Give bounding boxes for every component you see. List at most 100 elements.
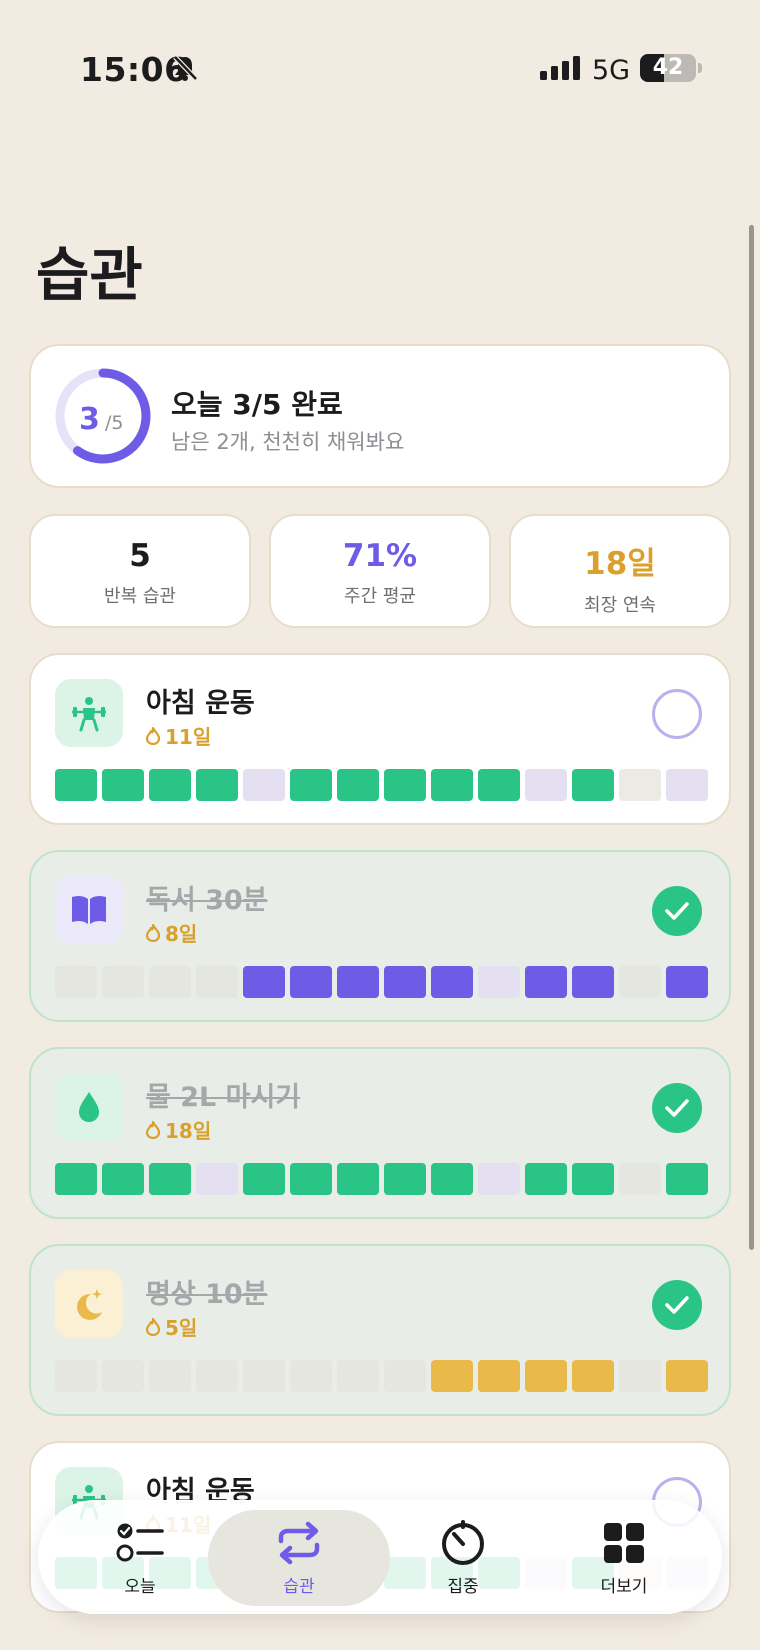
history-day (384, 966, 426, 998)
habit-history (55, 1163, 708, 1195)
habit-history (55, 769, 708, 801)
tab-label: 더보기 (600, 1577, 648, 1597)
history-day (290, 769, 332, 801)
flame-icon (146, 923, 160, 942)
history-day (478, 1360, 520, 1392)
tab-today[interactable]: 오늘 (80, 1520, 200, 1597)
progress-done: 3 (79, 402, 100, 437)
history-day (525, 1360, 567, 1392)
history-day (525, 769, 567, 801)
history-day (384, 1360, 426, 1392)
habit-check-button[interactable] (652, 689, 702, 739)
history-day (478, 1163, 520, 1195)
network-type: 5G (592, 55, 631, 86)
stat-label: 주간 평균 (344, 586, 416, 607)
history-day (55, 966, 97, 998)
history-day (102, 966, 144, 998)
habit-checked-button[interactable] (652, 1280, 702, 1330)
grid-icon (604, 1523, 644, 1563)
flame-icon (146, 726, 160, 745)
history-day (290, 1163, 332, 1195)
history-day (149, 1360, 191, 1392)
history-day (619, 1163, 661, 1195)
history-day (337, 1163, 379, 1195)
checklist-icon (116, 1523, 164, 1562)
history-day (243, 966, 285, 998)
habit-streak-value: 11일 (165, 725, 212, 749)
habit-checked-button[interactable] (652, 886, 702, 936)
history-day (243, 1360, 285, 1392)
tab-focus[interactable]: 집중 (403, 1520, 523, 1597)
history-day (478, 769, 520, 801)
progress-ring (55, 368, 151, 464)
summary-title: 오늘 3/5 완료 (171, 388, 343, 421)
history-day (196, 1163, 238, 1195)
habit-card[interactable]: 아침 운동 11일 (29, 653, 731, 825)
book-icon (55, 876, 123, 944)
history-day (55, 769, 97, 801)
history-day (572, 1360, 614, 1392)
tab-habits[interactable]: 습관 (239, 1520, 359, 1597)
history-day (666, 1163, 708, 1195)
stat-value: 5 (129, 538, 151, 574)
habit-history (55, 966, 708, 998)
history-day (431, 769, 473, 801)
habit-checked-button[interactable] (652, 1083, 702, 1133)
history-day (431, 966, 473, 998)
history-day (102, 769, 144, 801)
flame-icon (146, 1120, 160, 1139)
history-day (431, 1360, 473, 1392)
habit-name: 아침 운동 (146, 688, 255, 719)
history-day (149, 966, 191, 998)
habit-streak: 8일 (146, 918, 197, 947)
habit-streak-value: 18일 (165, 1119, 212, 1143)
status-bar: 15:06 5G 42 (0, 0, 760, 140)
habit-streak: 11일 (146, 721, 211, 750)
checkmark-icon (665, 902, 689, 920)
history-day (431, 1163, 473, 1195)
history-day (619, 769, 661, 801)
history-day (572, 1163, 614, 1195)
history-day (619, 966, 661, 998)
stat-label: 최장 연속 (584, 595, 656, 616)
history-day (337, 769, 379, 801)
moon-icon (55, 1270, 123, 1338)
progress-total: /5 (105, 412, 124, 434)
history-day (337, 1360, 379, 1392)
history-day (243, 769, 285, 801)
history-day (384, 769, 426, 801)
history-day (102, 1360, 144, 1392)
habit-card[interactable]: 물 2L 마시기 18일 (29, 1047, 731, 1219)
stat-value: 18일 (584, 546, 656, 582)
history-day (149, 1163, 191, 1195)
history-day (666, 966, 708, 998)
flame-icon (146, 1317, 160, 1336)
history-day (149, 769, 191, 801)
weightlifting-icon (55, 679, 123, 747)
history-day (55, 1163, 97, 1195)
history-day (525, 966, 567, 998)
history-day (572, 966, 614, 998)
history-day (666, 1360, 708, 1392)
scrollbar[interactable] (749, 225, 754, 1250)
history-day (384, 1163, 426, 1195)
checkmark-icon (665, 1296, 689, 1314)
habit-streak: 18일 (146, 1115, 211, 1144)
signal-icon (540, 56, 580, 80)
habit-name: 독서 30분 (146, 885, 268, 916)
tab-label: 집중 (447, 1577, 479, 1597)
history-day (619, 1360, 661, 1392)
tab-more[interactable]: 더보기 (564, 1520, 684, 1597)
tab-bar: 오늘 습관 집중 더보기 (38, 1500, 722, 1614)
habit-card[interactable]: 독서 30분 8일 (29, 850, 731, 1022)
habit-card[interactable]: 명상 10분 5일 (29, 1244, 731, 1416)
history-day (290, 966, 332, 998)
stat-habit-count: 5 반복 습관 (29, 514, 251, 628)
habit-name: 명상 10분 (146, 1279, 268, 1310)
checkmark-icon (665, 1099, 689, 1117)
summary-subtitle: 남은 2개, 천천히 채워봐요 (171, 430, 405, 454)
tab-label: 습관 (283, 1577, 315, 1597)
habit-streak-value: 8일 (165, 922, 198, 946)
history-day (196, 966, 238, 998)
battery-icon: 42 (640, 54, 696, 82)
